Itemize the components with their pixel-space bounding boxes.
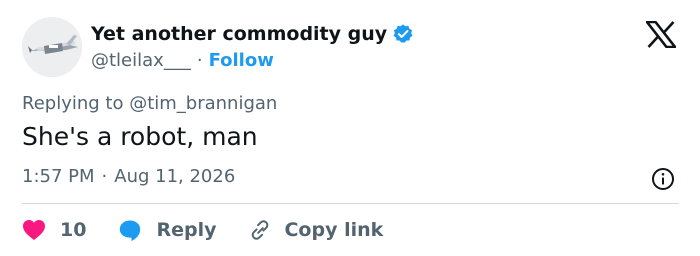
- link-icon: [248, 218, 272, 242]
- reply-button[interactable]: Reply: [118, 218, 216, 242]
- author-handle[interactable]: @tleilax___: [91, 50, 191, 71]
- replying-to-context: Replying to @tim_brannigan: [22, 93, 277, 114]
- reply-bubble-icon: [118, 218, 142, 242]
- info-icon[interactable]: [651, 167, 675, 191]
- tweet-date[interactable]: Aug 11, 2026: [114, 166, 235, 187]
- tweet-text: She's a robot, man: [22, 122, 258, 151]
- copy-link-button[interactable]: Copy link: [248, 218, 383, 242]
- author-handle-row: @tleilax___ · Follow: [91, 48, 274, 72]
- actions-divider: [22, 203, 679, 204]
- like-count: 10: [60, 219, 87, 241]
- separator-dot: ·: [196, 49, 203, 71]
- author-name-row: Yet another commodity guy: [91, 21, 414, 47]
- replying-to-prefix: Replying to: [22, 93, 130, 114]
- copy-link-label: Copy link: [284, 219, 384, 241]
- verified-badge-icon: [392, 23, 414, 45]
- heart-icon: [22, 219, 46, 241]
- x-logo-icon[interactable]: [646, 21, 676, 48]
- airplane-avatar-image: [22, 17, 82, 77]
- timestamp-separator: ·: [101, 166, 108, 187]
- replying-to-mention[interactable]: @tim_brannigan: [129, 93, 277, 114]
- tweet-time[interactable]: 1:57 PM: [22, 166, 95, 187]
- author-avatar[interactable]: [22, 17, 82, 77]
- author-display-name[interactable]: Yet another commodity guy: [91, 23, 387, 45]
- tweet-actions-bar: 10 Reply Copy link: [22, 216, 383, 244]
- reply-label: Reply: [156, 219, 217, 241]
- follow-button[interactable]: Follow: [209, 50, 274, 71]
- like-button[interactable]: 10: [22, 219, 86, 241]
- tweet-timestamp: 1:57 PM · Aug 11, 2026: [22, 166, 235, 187]
